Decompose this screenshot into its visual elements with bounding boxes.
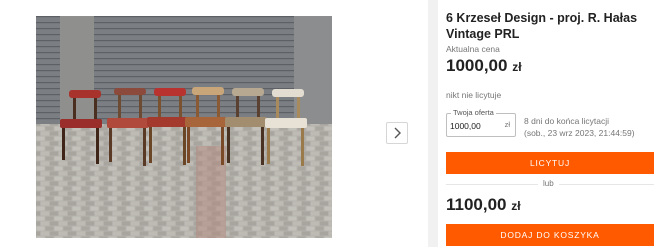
bid-amount-currency: zł xyxy=(504,120,510,129)
gallery-panel xyxy=(0,0,420,247)
current-price-amount: 1000,00 xyxy=(446,56,508,75)
chevron-right-icon xyxy=(394,127,401,139)
gallery-next-button[interactable] xyxy=(386,122,408,144)
bid-amount-input[interactable] xyxy=(450,119,498,133)
product-photo-image xyxy=(36,16,332,238)
bid-button[interactable]: LICYTUJ xyxy=(446,152,654,174)
product-title: 6 Krzeseł Design - proj. R. Hałas Vintag… xyxy=(446,11,638,41)
buy-now-price: 1100,00 zł xyxy=(446,195,521,215)
current-price-label: Aktualna cena xyxy=(446,44,500,54)
product-photo[interactable] xyxy=(36,16,332,238)
bids-status: nikt nie licytuje xyxy=(446,90,502,100)
buy-now-price-currency: zł xyxy=(511,199,521,213)
auction-time-left: 8 dni do końca licytacji xyxy=(524,116,610,126)
panel-divider xyxy=(428,0,438,247)
bid-amount-field[interactable]: Twoja oferta zł xyxy=(446,108,516,137)
add-to-cart-button[interactable]: DODAJ DO KOSZYKA xyxy=(446,224,654,246)
auction-end-date: (sob., 23 wrz 2023, 21:44:59) xyxy=(524,128,635,138)
offer-panel: 6 Krzeseł Design - proj. R. Hałas Vintag… xyxy=(438,0,664,247)
or-label: lub xyxy=(538,179,559,188)
current-price: 1000,00 zł xyxy=(446,56,522,76)
current-price-currency: zł xyxy=(512,60,522,74)
buy-now-price-amount: 1100,00 xyxy=(446,195,507,214)
bid-amount-legend: Twoja oferta xyxy=(451,108,496,118)
